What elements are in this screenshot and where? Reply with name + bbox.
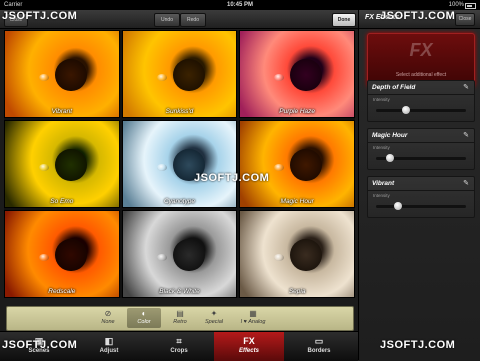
done-button[interactable]: Done [332,13,356,27]
add-effect-hint: Select additional effect [395,72,447,78]
filter-label: Retro [173,319,187,325]
effect-tile-magic-hour[interactable]: Magic Hour [239,120,355,208]
flower-center [172,58,205,92]
watermark: JSOFTJ.COM [2,10,78,22]
retro-icon: ▤ [176,309,184,318]
edit-pencil-icon[interactable]: ✎ [463,131,469,139]
water-drop [156,254,167,261]
fx-card-vibrant: Vibrant ✎ Intensity [367,176,475,218]
effect-tile-sepia[interactable]: Sepia [239,210,355,298]
water-drop [156,74,167,81]
effect-label: Vibrant [51,108,73,115]
slider-label: Intensity [373,145,390,150]
battery-icon [465,3,476,9]
intensity-slider-knob[interactable] [393,202,402,210]
flower-center [290,58,323,92]
effect-label: Sunkiss'd [165,108,194,115]
status-bar: Carrier 10:45 PM 100% [0,0,480,10]
filter-none[interactable]: ⊘ None [91,308,125,328]
filter-special[interactable]: ✦ Special [197,308,231,328]
tab-label: Effects [239,348,259,354]
effect-tile-cyanotype[interactable]: Cyanotype [121,120,238,208]
filter-retro[interactable]: ▤ Retro [163,308,197,328]
flower-center [55,238,87,272]
panel-close-button[interactable]: Close [455,13,475,26]
effect-label: Black & White [159,288,200,295]
effect-tile-redscale[interactable]: Redscale [4,210,120,298]
effect-label: Redscale [48,288,76,295]
effect-tile-so-emo[interactable]: So Emo [4,120,120,208]
filter-color[interactable]: ◐ Color [127,308,161,328]
tab-adjust[interactable]: ◧ Adjust [74,332,144,361]
filter-label: None [101,319,115,325]
intensity-slider-knob[interactable] [401,106,410,114]
tab-label: Borders [307,348,331,354]
watermark: JSOFTJ.COM [380,339,456,351]
filter-label: Color [137,319,151,325]
filter-category-bar: ⊘ None ◐ Color ▤ Retro ✦ Special ▦ I ♥ A… [6,306,354,331]
flower-center [55,58,87,92]
tab-label: Crops [170,348,188,354]
intensity-slider-track[interactable] [376,205,466,208]
fx-card-header: Vibrant ✎ [368,177,474,191]
effect-tile-vibrant[interactable]: Vibrant [4,30,120,118]
fx-card-name: Magic Hour [372,132,408,139]
edit-pencil-icon[interactable]: ✎ [463,179,469,187]
crops-icon: ⌗ [176,336,182,346]
fx-card-header: Depth of Field ✎ [368,81,474,95]
flower-center [55,148,87,182]
effect-label: Magic Hour [280,198,314,205]
effects-icon: FX [243,336,255,346]
fx-card-name: Vibrant [372,180,395,187]
effect-label: So Emo [50,198,74,205]
watermark: JSOFTJ.COM [194,172,270,184]
clock-label: 10:45 PM [226,2,253,8]
effect-tile-black-white[interactable]: Black & White [121,210,238,298]
intensity-slider-track[interactable] [376,109,466,112]
watermark: JSOFTJ.COM [380,10,456,22]
slider-label: Intensity [373,97,390,102]
color-icon: ◐ [141,309,147,318]
tab-effects[interactable]: FX Effects [214,332,284,361]
filter-analog[interactable]: ▦ I ♥ Analog [233,308,273,328]
none-icon: ⊘ [104,309,112,318]
effect-grid: Vibrant Sunkiss'd Purple Haze So Emo Cya… [4,30,355,298]
effect-label: Sepia [288,288,306,295]
analog-icon: ▦ [249,309,257,318]
filter-label: Special [204,319,224,325]
fx-card-header: Magic Hour ✎ [368,129,474,143]
fx-card-magic-hour: Magic Hour ✎ Intensity [367,128,475,170]
effect-label: Cyanotype [163,198,196,205]
effect-label: Purple Haze [279,108,316,115]
fx-logo: FX [409,40,433,60]
fx-effects-panel: FX Effects Close FX Select additional ef… [358,10,480,360]
flower-center [290,238,323,272]
tab-crops[interactable]: ⌗ Crops [144,332,214,361]
intensity-slider-knob[interactable] [385,154,394,162]
fx-card-name: Depth of Field [372,84,416,91]
filter-label: I ♥ Analog [240,319,266,325]
tab-label: Adjust [99,348,119,354]
undo-button[interactable]: Undo [154,13,180,27]
adjust-icon: ◧ [104,336,114,346]
tab-borders[interactable]: ▭ Borders [284,332,354,361]
battery-percent: 100% [448,2,464,8]
flower-center [290,148,323,182]
flower-center [172,238,205,272]
water-drop [156,164,167,171]
watermark: JSOFTJ.COM [2,339,78,351]
redo-button[interactable]: Redo [180,13,206,27]
effect-tile-purple-haze[interactable]: Purple Haze [239,30,355,118]
slider-label: Intensity [373,193,390,198]
special-icon: ✦ [210,309,218,318]
edit-pencil-icon[interactable]: ✎ [463,83,469,91]
fx-card-depth-of-field: Depth of Field ✎ Intensity [367,80,475,122]
add-effect-button[interactable]: FX Select additional effect [367,33,475,87]
borders-icon: ▭ [314,336,324,346]
effect-tile-sunkissd[interactable]: Sunkiss'd [121,30,238,118]
